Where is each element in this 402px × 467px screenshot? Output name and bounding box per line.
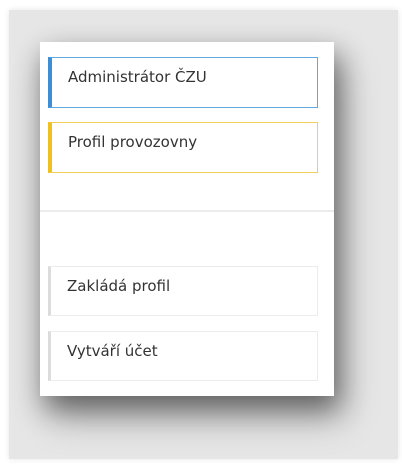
card-label-profil-provozovny: Profil provozovny: [68, 133, 198, 151]
card-label-zaklada-profil: Zakládá profil: [67, 277, 171, 295]
card-profil-provozovny[interactable]: Profil provozovny: [48, 122, 318, 173]
card-vytvari-ucet[interactable]: Vytváří účet: [48, 331, 318, 381]
section-divider: [40, 210, 334, 212]
card-administrator-czu[interactable]: Administrátor ČZU: [48, 57, 318, 108]
card-label-administrator-czu: Administrátor ČZU: [68, 68, 207, 86]
card-zaklada-profil[interactable]: Zakládá profil: [48, 266, 318, 316]
card-label-vytvari-ucet: Vytváří účet: [67, 342, 158, 360]
